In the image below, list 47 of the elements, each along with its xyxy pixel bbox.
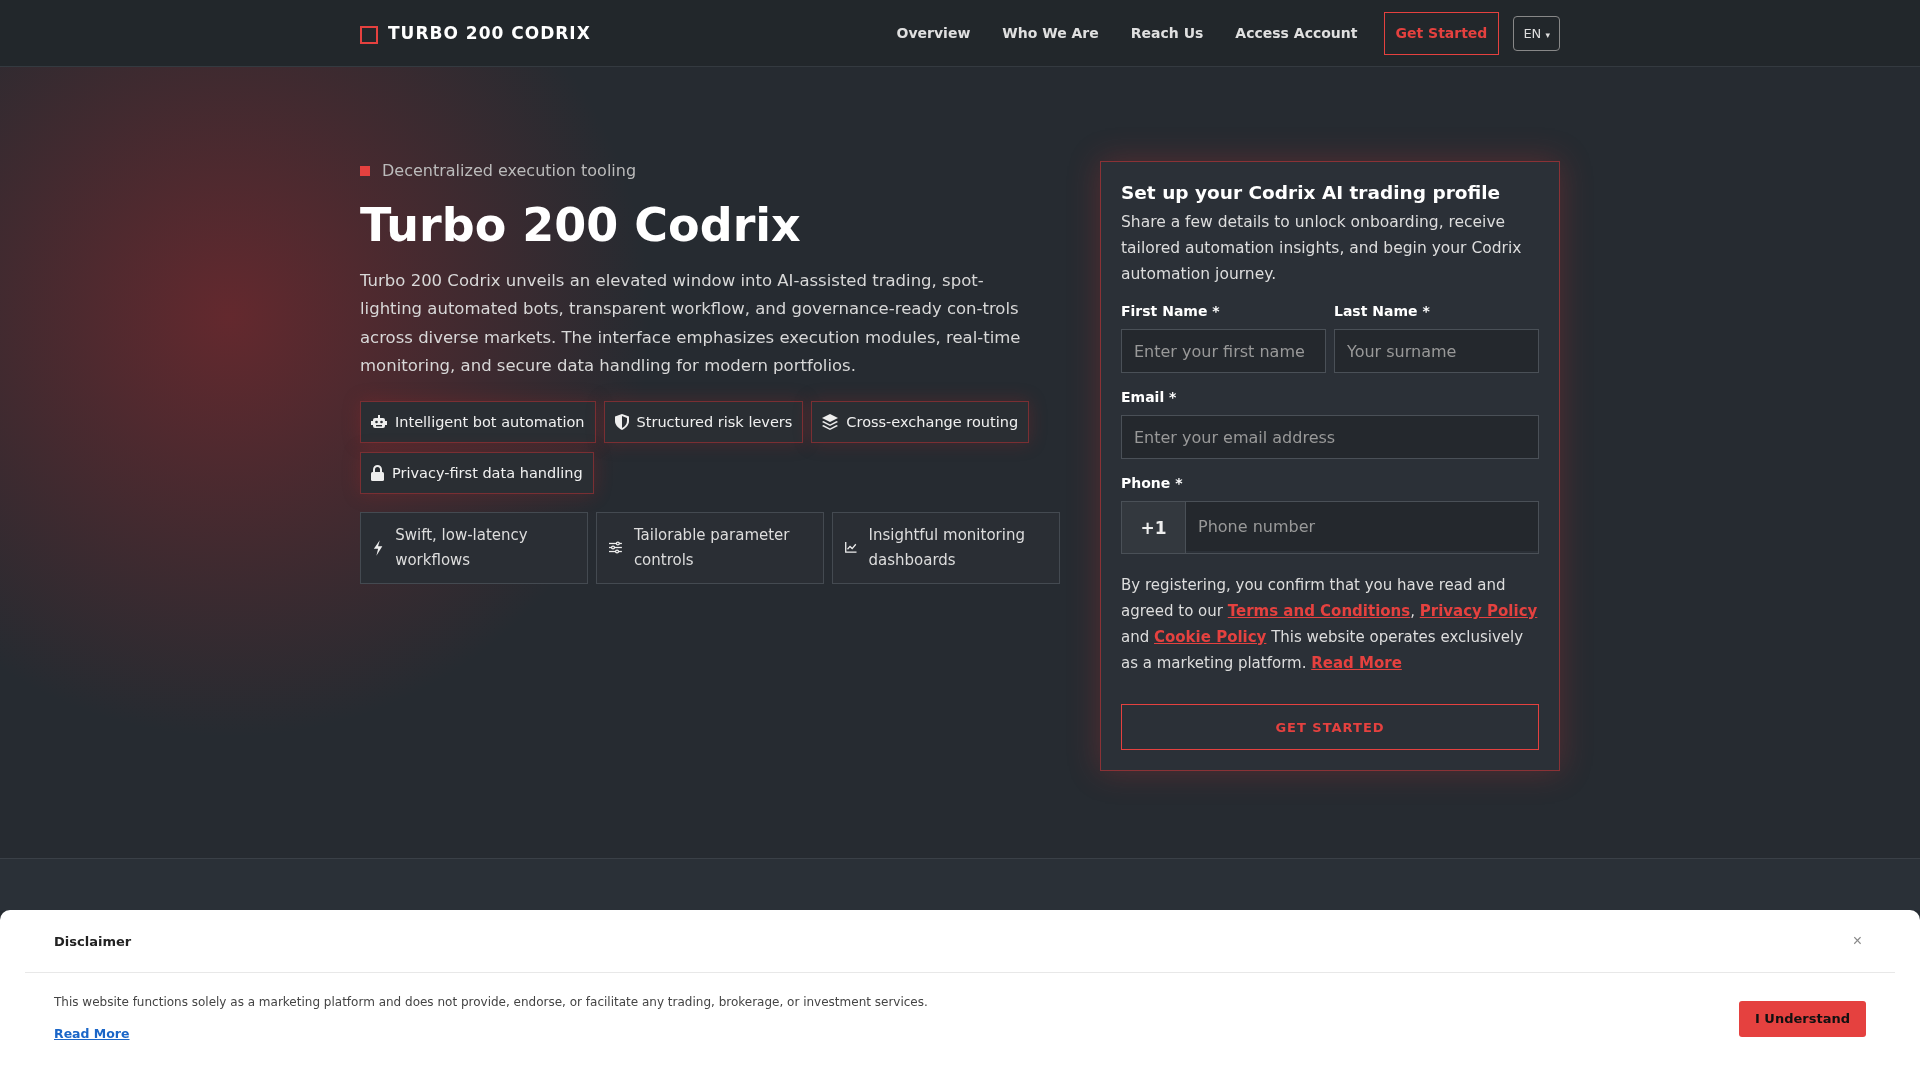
policy-link[interactable]: Terms and Conditions — [1227, 602, 1411, 620]
nav-link[interactable]: Reach Us — [1120, 17, 1214, 49]
disclaimer-title: Disclaimer — [54, 933, 132, 949]
understand-button[interactable]: I Understand — [1739, 1000, 1866, 1037]
language-selector[interactable]: EN ▾ — [1513, 15, 1560, 51]
country-code[interactable]: +1 — [1122, 502, 1186, 553]
feature-card: Insightful monitoring dashboards — [832, 511, 1060, 584]
eyebrow-text: Decentralized execution tooling — [382, 161, 637, 180]
layers-icon — [822, 413, 839, 430]
feature-chip: Privacy-first data handling — [360, 451, 594, 494]
robot-icon — [371, 414, 387, 429]
form-title: Set up your Codrix AI trading profile — [1121, 182, 1502, 203]
policy-link[interactable]: Read More — [1311, 654, 1402, 672]
brand-name[interactable]: TURBO 200 CODRIX — [388, 23, 591, 43]
hero-description: Turbo 200 Codrix unveils an elevated window into AI-assisted trading, spot-lighting automated bots, transparent workflow, and governance-ready con-trols across diverse markets. The interface emphasizes execution modules, real-time monitoring, and secure data handling for modern portfolios. — [360, 269, 1022, 378]
feature-card: Tailorable parameter controls — [596, 511, 824, 584]
feature-chip: Intelligent bot automation — [360, 400, 596, 443]
get-started-button[interactable]: Get Started — [1383, 11, 1500, 55]
feature-chip: Structured risk levers — [603, 400, 804, 443]
disclaimer-text: This website functions solely as a marketing platform and does not provide, endorse, or facilitate any trading, brokerage, or investment services. — [54, 995, 928, 1009]
shield-icon — [614, 413, 629, 430]
consent-text: By registering, you confirm that you have read and agreed to our Terms and Conditions, Privacy Policy and Cookie Policy This website operates exclusively as a marketing platform. Read More — [1121, 575, 1539, 674]
square-bullet-icon — [360, 165, 370, 176]
sliders-icon — [609, 540, 622, 556]
feature-chip: Cross-exchange routing — [811, 400, 1030, 443]
feature-card: Swift, low-latency workflows — [360, 511, 588, 584]
line-chart-icon — [845, 540, 857, 556]
nav-link[interactable]: Overview — [886, 17, 981, 49]
policy-link[interactable]: Privacy Policy — [1419, 602, 1538, 620]
field-label: First Name * — [1121, 303, 1221, 319]
form-intro: Share a few details to unlock onboarding, receive tailored automation insights, and begin your Codrix automation journey. — [1121, 212, 1523, 285]
field-label: Email * — [1121, 389, 1178, 405]
field-label: Phone * — [1121, 475, 1184, 491]
submit-button[interactable]: GET STARTED — [1121, 704, 1539, 750]
nav-link[interactable]: Who We Are — [992, 17, 1109, 49]
lock-icon — [371, 464, 384, 481]
field-label: Last Name * — [1334, 303, 1431, 319]
nav-link[interactable]: Access Account — [1225, 17, 1368, 49]
hero-title: Turbo 200 Codrix — [360, 200, 802, 251]
read-more-link[interactable]: Read More — [54, 1026, 130, 1041]
last-name-field[interactable]: Your surname — [1334, 329, 1539, 373]
close-button[interactable]: × — [1848, 932, 1866, 950]
square-logo-icon — [360, 25, 378, 44]
email-field[interactable]: Enter your email address — [1121, 415, 1539, 459]
first-name-field[interactable]: Enter your first name — [1121, 329, 1326, 373]
phone-field[interactable]: Phone number — [1186, 502, 1538, 551]
policy-link[interactable]: Cookie Policy — [1154, 628, 1267, 646]
